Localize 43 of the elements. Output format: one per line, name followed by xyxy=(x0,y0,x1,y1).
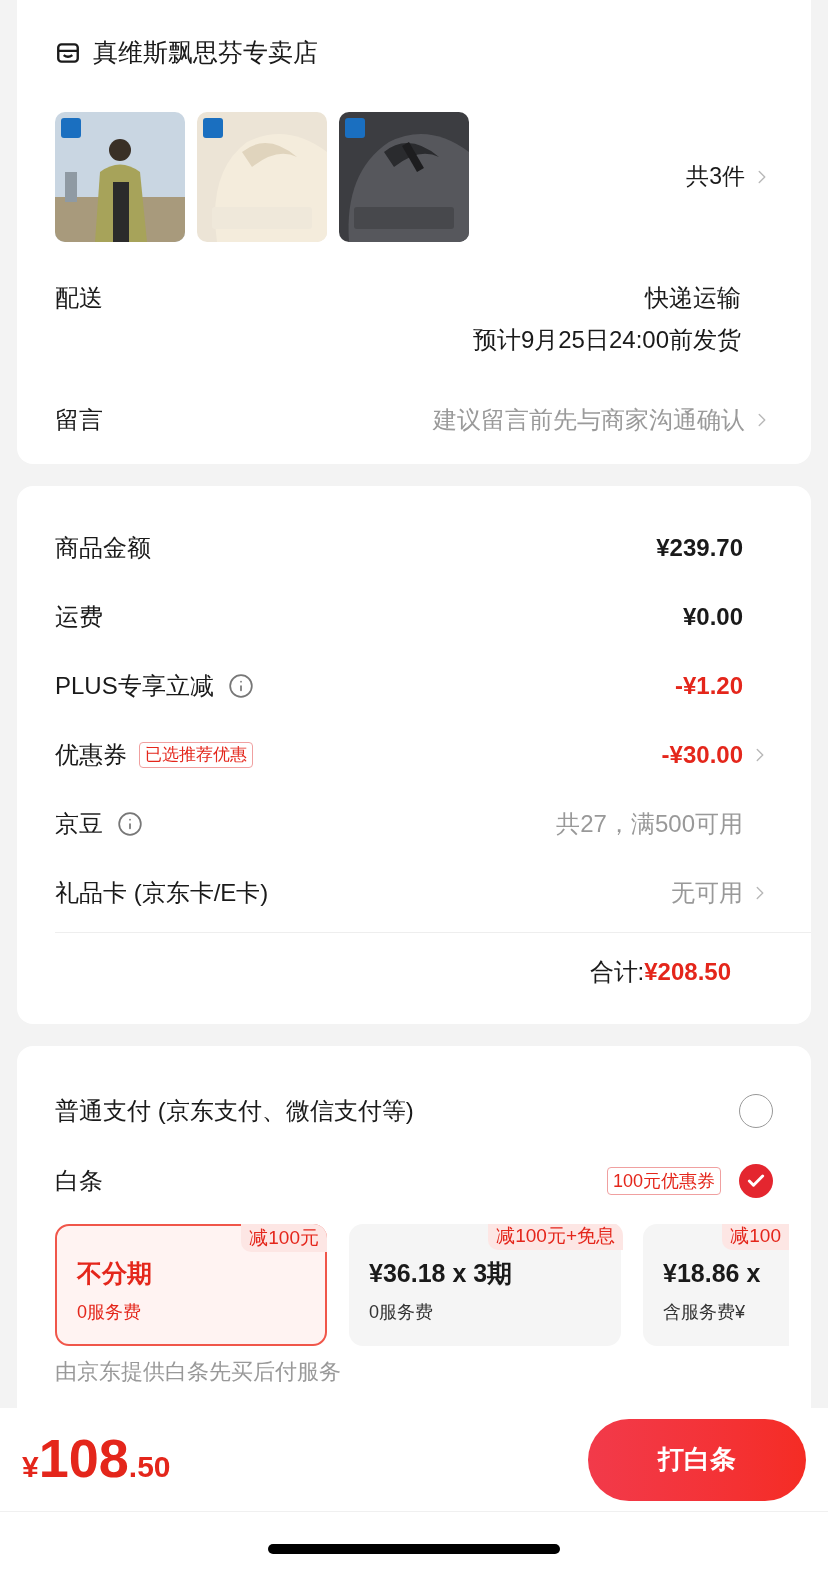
summary-value: -¥1.20 xyxy=(674,671,743,701)
summary-label: 礼品卡 (京东卡/E卡) xyxy=(55,878,269,908)
installment-title: ¥18.86 x xyxy=(663,1258,762,1290)
installment-title: 不分期 xyxy=(77,1258,153,1290)
store-name: 真维斯飘思芬专卖店 xyxy=(93,37,318,68)
summary-label: 京豆 xyxy=(55,809,103,839)
radio-button[interactable] xyxy=(739,1163,773,1198)
installment-fee: 含服务费¥ xyxy=(663,1300,746,1324)
total-value: ¥208.50 xyxy=(644,957,731,987)
summary-value: ¥0.00 xyxy=(682,602,743,632)
info-icon[interactable] xyxy=(227,673,254,699)
installment-option[interactable]: 减100 ¥18.86 x 含服务费¥ xyxy=(643,1223,789,1346)
discount-badge: 减100元 xyxy=(241,1223,327,1252)
pay-button[interactable]: 打白条 xyxy=(588,1418,806,1501)
discount-badge: 减100元+免息 xyxy=(488,1223,623,1250)
footnote: 由京东提供白条先买后付服务 xyxy=(55,1357,342,1386)
summary-value: 无可用 xyxy=(671,878,743,908)
installment-title: ¥36.18 x 3期 xyxy=(369,1258,514,1290)
summary-value: ¥239.70 xyxy=(656,533,743,563)
summary-label: 优惠券 xyxy=(55,740,127,770)
payment-option[interactable]: 普通支付 (京东支付、微信支付等) xyxy=(55,1075,811,1146)
info-icon[interactable] xyxy=(117,811,143,837)
summary-label: PLUS专享立减 xyxy=(55,671,214,701)
message-label: 留言 xyxy=(55,404,103,435)
delivery-label: 配送 xyxy=(55,282,103,313)
summary-value: 共27，满500可用 xyxy=(556,809,743,839)
installment-fee: 0服务费 xyxy=(77,1300,142,1324)
item-count-link[interactable]: 共3件 xyxy=(686,159,773,194)
pay-amount: ¥108.50 xyxy=(22,1430,171,1489)
total-label: 合计: xyxy=(589,957,645,987)
installment-option[interactable]: 减100元+免息 ¥36.18 x 3期 0服务费 xyxy=(349,1223,621,1346)
summary-label: 商品金额 xyxy=(55,533,151,563)
summary-value: -¥30.00 xyxy=(661,740,743,770)
installment-fee: 0服务费 xyxy=(369,1300,434,1324)
payment-option[interactable]: 白条 100元优惠券 xyxy=(55,1145,811,1216)
message-field[interactable]: 建议留言前先与商家沟通确认 xyxy=(365,401,745,438)
discount-badge: 减100 xyxy=(722,1223,789,1250)
delivery-eta: 预计9月25日24:00前发货 xyxy=(472,324,741,355)
coupon-tag: 已选推荐优惠 xyxy=(139,742,253,768)
summary-label: 运费 xyxy=(55,602,103,632)
installment-option[interactable]: 减100元 不分期 0服务费 xyxy=(55,1223,327,1346)
coupon-tag: 100元优惠券 xyxy=(606,1166,721,1195)
delivery-method: 快递运输 xyxy=(645,282,741,313)
